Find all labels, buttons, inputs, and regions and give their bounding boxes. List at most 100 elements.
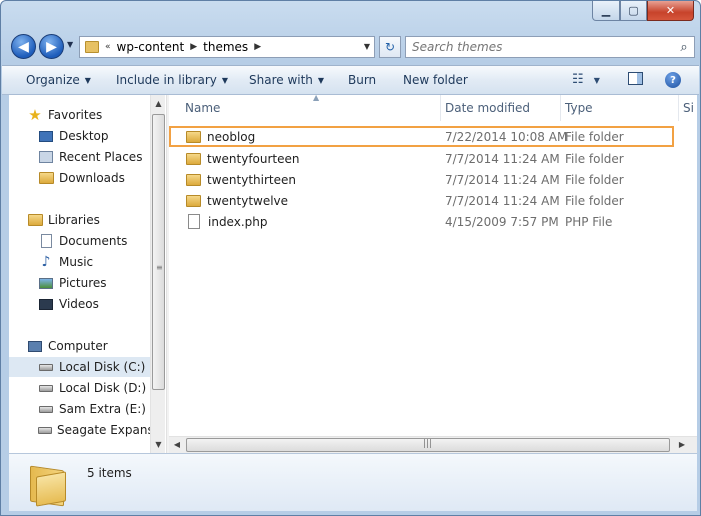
burn-label: Burn <box>348 73 377 87</box>
breadcrumb-wp-content[interactable]: wp-content <box>117 40 185 54</box>
sidebar-item-label: Desktop <box>59 129 109 143</box>
sidebar-item-music[interactable]: ♪ Music <box>38 252 165 272</box>
change-view-button[interactable]: ☷ ▼ <box>572 72 600 87</box>
share-with-button[interactable]: Share with ▼ <box>249 73 324 87</box>
share-with-label: Share with <box>249 73 313 87</box>
file-list: Name ▲ Date modified Type Si neoblog 7/2… <box>169 95 697 453</box>
file-type: File folder <box>565 151 624 166</box>
organize-button[interactable]: Organize ▼ <box>26 73 91 87</box>
table-row[interactable]: neoblog 7/22/2014 10:08 AM File folder <box>169 126 674 147</box>
back-button[interactable]: ◀ <box>11 34 36 59</box>
sidebar-item-label: Sam Extra (E:) <box>59 402 146 416</box>
column-header-size[interactable]: Si <box>679 95 697 121</box>
column-header-type[interactable]: Type <box>561 95 679 121</box>
hard-drive-icon <box>38 423 52 437</box>
chevron-right-icon[interactable]: ▶ <box>190 42 197 52</box>
scroll-left-icon[interactable]: ◀ <box>169 437 185 453</box>
file-icon <box>188 214 200 229</box>
sidebar-item-label: Documents <box>59 234 128 248</box>
sidebar-item-documents[interactable]: Documents <box>38 231 165 251</box>
table-row[interactable]: index.php 4/15/2009 7:57 PM PHP File <box>169 211 674 232</box>
items-count: 5 items <box>87 466 132 480</box>
sidebar-item-label: Videos <box>59 297 99 311</box>
file-date: 7/7/2014 11:24 AM <box>445 172 560 187</box>
table-row[interactable]: twentyfourteen 7/7/2014 11:24 AM File fo… <box>169 148 674 169</box>
scrollbar-thumb[interactable]: ||| <box>186 438 670 452</box>
hard-drive-icon <box>38 402 54 416</box>
pictures-icon <box>38 276 54 290</box>
folder-icon <box>186 152 201 165</box>
minimize-button[interactable]: ▁ <box>592 1 620 21</box>
search-box[interactable]: ⌕ <box>405 36 695 58</box>
sidebar-item-seagate-expansion[interactable]: Seagate Expansio <box>38 420 150 440</box>
breadcrumb-overflow[interactable]: « <box>105 42 111 52</box>
help-button[interactable]: ? <box>665 72 681 88</box>
sidebar-item-label: Downloads <box>59 171 125 185</box>
folder-icon <box>30 464 68 507</box>
sidebar-item-favorites[interactable]: ★ Favorites <box>27 105 165 125</box>
horizontal-scrollbar[interactable]: ◀ ||| ▶ <box>169 436 697 453</box>
column-header-name[interactable]: Name ▲ <box>181 95 441 121</box>
folder-icon <box>85 41 99 53</box>
new-folder-button[interactable]: New folder <box>403 73 468 87</box>
preview-pane-icon <box>628 72 643 85</box>
sidebar-item-computer[interactable]: Computer <box>27 336 165 356</box>
scroll-right-icon[interactable]: ▶ <box>674 437 690 453</box>
desktop-icon <box>38 129 54 143</box>
details-pane: 5 items <box>9 453 697 511</box>
sidebar-item-local-disk-d[interactable]: Local Disk (D:) <box>38 378 165 398</box>
sidebar-item-pictures[interactable]: Pictures <box>38 273 165 293</box>
sidebar-item-recent-places[interactable]: Recent Places <box>38 147 165 167</box>
file-date: 7/7/2014 11:24 AM <box>445 151 560 166</box>
sidebar-item-label: Music <box>59 255 94 269</box>
column-header-label: Name <box>185 101 221 115</box>
address-bar[interactable]: « wp-content ▶ themes ▶ ▼ <box>79 36 375 58</box>
new-folder-label: New folder <box>403 73 468 87</box>
preview-pane-button[interactable] <box>628 72 643 89</box>
sidebar-item-downloads[interactable]: Downloads <box>38 168 165 188</box>
chevron-down-icon: ▼ <box>221 75 229 85</box>
address-chevron-down-icon[interactable]: ▼ <box>364 42 370 51</box>
chevron-down-icon: ▼ <box>84 75 91 85</box>
sidebar-item-desktop[interactable]: Desktop <box>38 126 165 146</box>
file-type: File folder <box>565 193 624 208</box>
search-input[interactable] <box>406 38 674 56</box>
sidebar-scrollbar[interactable]: ▲ ≡ ▼ <box>150 95 165 453</box>
file-name: twentythirteen <box>207 172 296 187</box>
sidebar-item-sam-extra-e[interactable]: Sam Extra (E:) <box>38 399 165 419</box>
search-icon[interactable]: ⌕ <box>674 40 694 55</box>
table-row[interactable]: twentythirteen 7/7/2014 11:24 AM File fo… <box>169 169 674 190</box>
file-date: 4/15/2009 7:57 PM <box>445 214 559 229</box>
column-header-label: Si <box>683 101 694 115</box>
sidebar-item-videos[interactable]: Videos <box>38 294 165 314</box>
recent-pages-chevron-down-icon[interactable]: ▼ <box>67 40 73 49</box>
chevron-down-icon: ▼ <box>317 75 325 85</box>
sidebar-item-libraries[interactable]: Libraries <box>27 210 165 230</box>
caption-buttons: ▁ ▢ ✕ <box>592 1 694 21</box>
scroll-down-icon[interactable]: ▼ <box>151 436 165 453</box>
burn-button[interactable]: Burn <box>348 73 376 87</box>
scrollbar-thumb[interactable]: ≡ <box>152 114 165 390</box>
forward-button[interactable]: ▶ <box>39 34 64 59</box>
sidebar-item-local-disk-c[interactable]: Local Disk (C:) <box>9 357 150 377</box>
refresh-button[interactable]: ↻ <box>379 36 401 58</box>
file-date: 7/7/2014 11:24 AM <box>445 193 560 208</box>
sidebar-item-label: Pictures <box>59 276 107 290</box>
table-row[interactable]: twentytwelve 7/7/2014 11:24 AM File fold… <box>169 190 674 211</box>
recent-places-icon <box>38 150 54 164</box>
chevron-right-icon[interactable]: ▶ <box>254 42 261 52</box>
folder-icon <box>186 130 201 143</box>
scroll-up-icon[interactable]: ▲ <box>151 95 165 112</box>
file-date: 7/22/2014 10:08 AM <box>445 129 568 144</box>
navigation-bar: ◀ ▶ ▼ « wp-content ▶ themes ▶ ▼ ↻ ⌕ <box>9 32 696 60</box>
maximize-button[interactable]: ▢ <box>620 1 647 21</box>
breadcrumb-themes[interactable]: themes <box>203 40 248 54</box>
main-area: ★ Favorites Desktop Recent Places Downlo… <box>9 95 697 453</box>
include-in-library-button[interactable]: Include in library ▼ <box>116 73 228 87</box>
navigation-pane: ★ Favorites Desktop Recent Places Downlo… <box>9 95 165 453</box>
sidebar-item-label: Favorites <box>48 108 103 122</box>
close-button[interactable]: ✕ <box>647 1 694 21</box>
column-header-date-modified[interactable]: Date modified <box>441 95 561 121</box>
music-icon: ♪ <box>41 254 51 270</box>
organize-label: Organize <box>26 73 80 87</box>
